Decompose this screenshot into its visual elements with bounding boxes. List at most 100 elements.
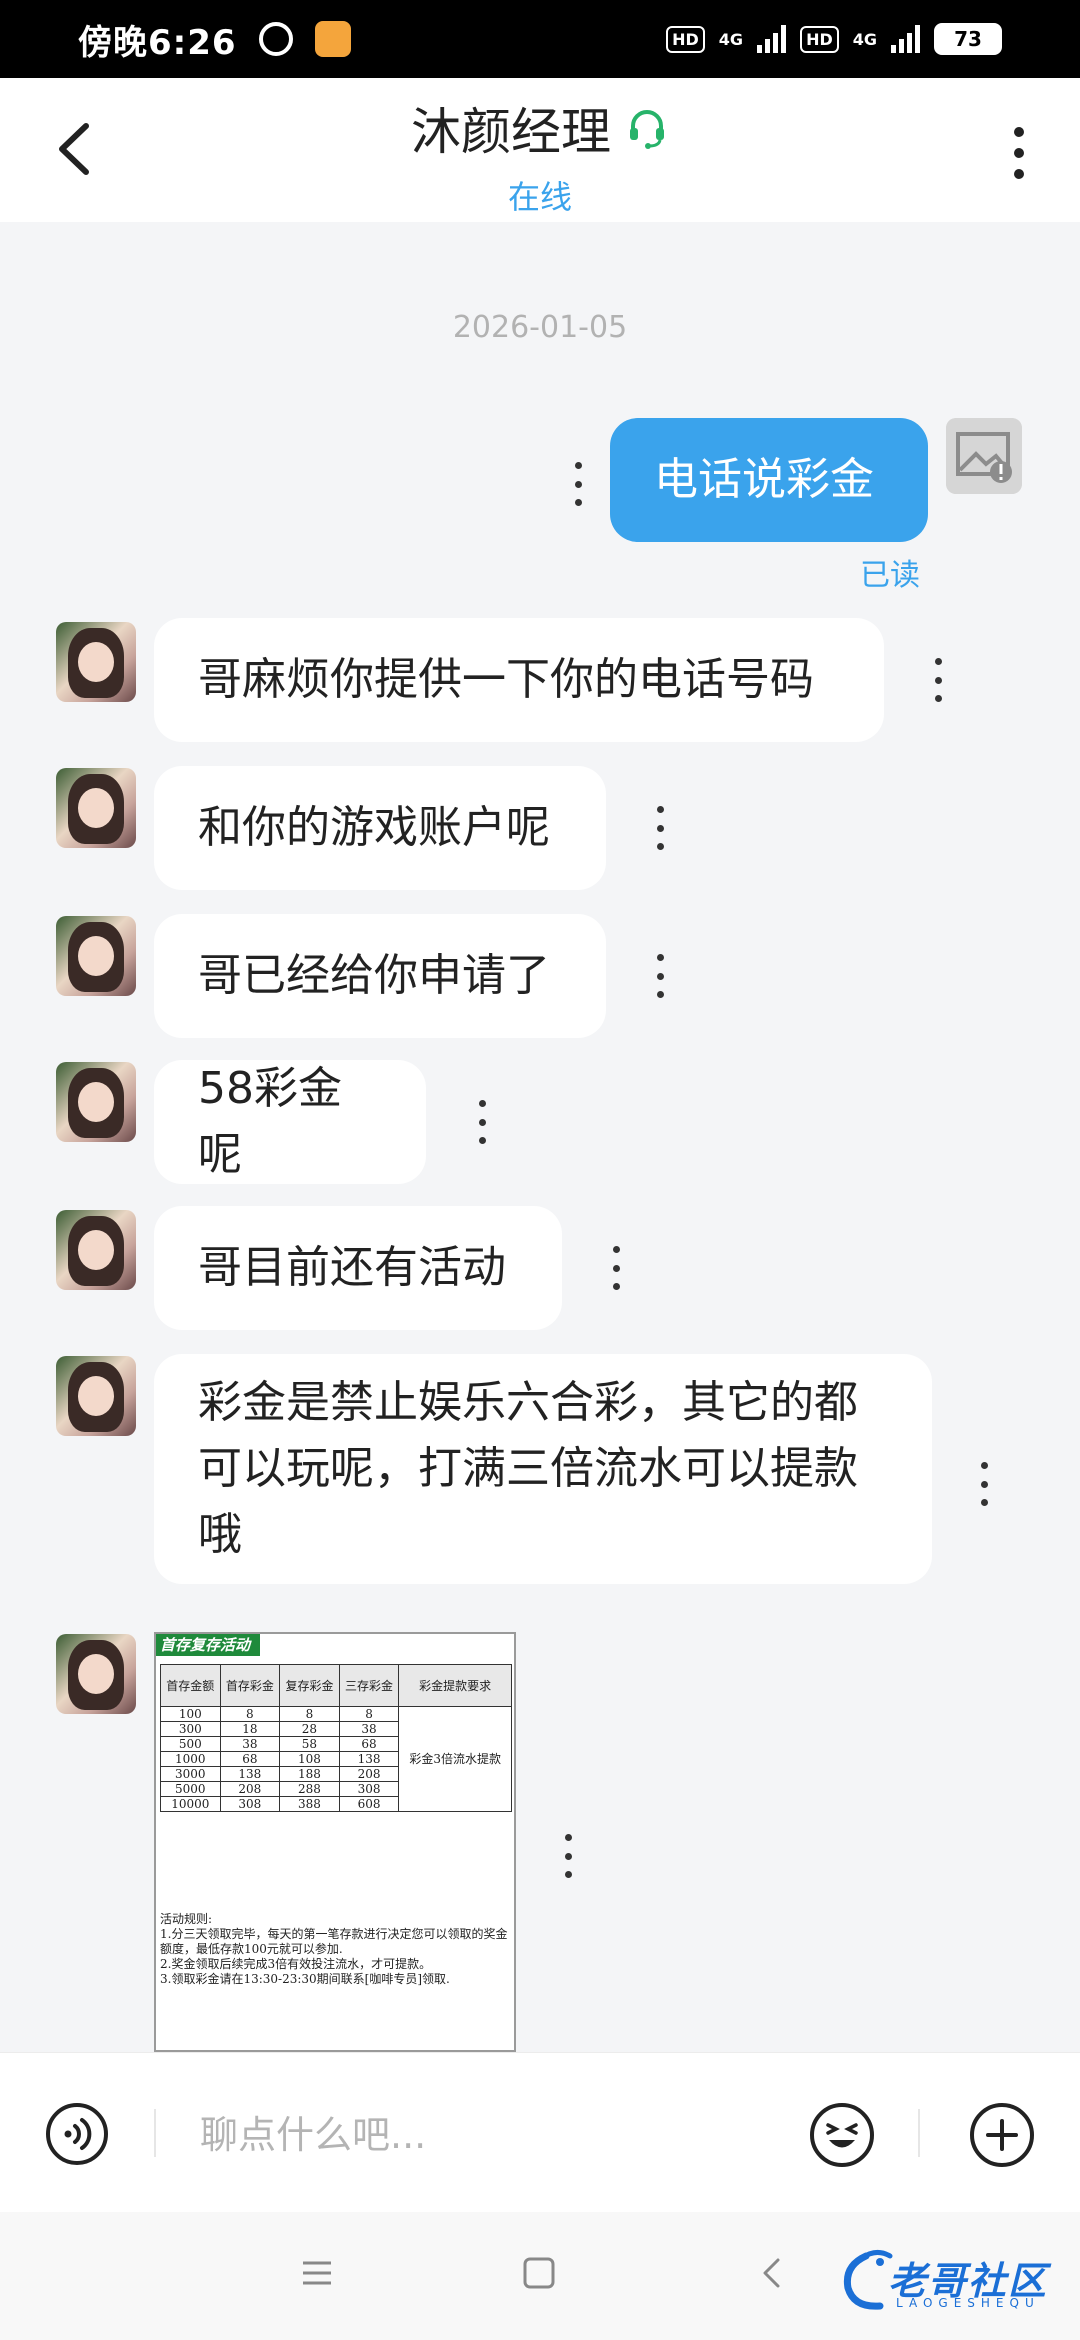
promo-cell: 10000 <box>160 1796 221 1812</box>
promo-cell: 308 <box>338 1781 400 1797</box>
message-input[interactable]: 聊点什么吧... <box>200 2103 760 2167</box>
promo-header: 复存彩金 <box>279 1664 340 1707</box>
promo-rules: 活动规则: 1.分三天领取完毕，每天的第一笔存款进行决定您可以领取的奖金额度，最… <box>160 1912 510 1987</box>
message-more-icon[interactable] <box>606 1246 626 1290</box>
promo-cell: 138 <box>219 1766 281 1782</box>
hd-badge-2: HD <box>800 25 839 53</box>
network-type: 4G <box>718 29 744 49</box>
promo-cell: 138 <box>338 1751 400 1767</box>
incoming-message[interactable]: 彩金是禁止娱乐六合彩，其它的都 可以玩呢，打满三倍流水可以提款 哦 <box>154 1354 932 1584</box>
promo-cell: 108 <box>279 1751 340 1767</box>
online-status: 在线 <box>507 178 572 216</box>
promo-cell: 68 <box>338 1736 400 1752</box>
message-text: 哥麻烦你提供一下你的电话号码 <box>198 654 814 705</box>
message-more-icon[interactable] <box>558 1834 578 1878</box>
promo-header: 彩金提款要求 <box>398 1664 512 1707</box>
promo-requirement: 彩金3倍流水提款 <box>398 1706 512 1812</box>
promo-cell: 5000 <box>160 1781 221 1797</box>
promo-cell: 18 <box>219 1721 281 1737</box>
promo-cell: 3000 <box>160 1766 221 1782</box>
home-icon[interactable] <box>522 2256 556 2290</box>
watermark-subtext: LAOGESHEQU <box>896 2296 1040 2310</box>
promo-cell: 300 <box>160 1721 221 1737</box>
promo-cell: 58 <box>279 1736 340 1752</box>
message-line: 彩金是禁止娱乐六合彩，其它的都 <box>198 1377 858 1428</box>
message-text: 哥目前还有活动 <box>198 1242 506 1293</box>
promo-cell: 500 <box>160 1736 221 1752</box>
promo-image[interactable]: 首存复存活动 首存金额 首存彩金 复存彩金 三存彩金 彩金提款要求 100 8 … <box>154 1632 516 2052</box>
status-right: HD 4G HD 4G 73 <box>666 23 1002 55</box>
image-failed-icon[interactable] <box>946 418 1022 494</box>
avatar[interactable] <box>56 1634 136 1714</box>
message-more-icon[interactable] <box>974 1462 994 1506</box>
status-time: 傍晚6:26 <box>78 22 237 63</box>
voice-icon[interactable] <box>44 2101 110 2167</box>
chat-messages[interactable]: 2026-01-05 电话说彩金 已读 哥麻烦你提供一下你的电话号码 和你的游戏… <box>0 222 1080 2052</box>
message-more-icon[interactable] <box>650 954 670 998</box>
message-text: 和你的游戏账户呢 <box>198 802 550 853</box>
promo-cell: 68 <box>219 1751 281 1767</box>
promo-cell: 28 <box>279 1721 340 1737</box>
avatar[interactable] <box>56 1210 136 1290</box>
incoming-message[interactable]: 哥麻烦你提供一下你的电话号码 <box>154 618 884 742</box>
nav-back-icon[interactable] <box>756 2256 786 2290</box>
message-more-icon[interactable] <box>568 462 588 506</box>
promo-cell: 308 <box>219 1796 281 1812</box>
rule-item: 1.分三天领取完毕，每天的第一笔存款进行决定您可以领取的奖金额度，最低存款100… <box>160 1927 508 1956</box>
incoming-message[interactable]: 58彩金呢 <box>154 1060 426 1184</box>
avatar[interactable] <box>56 1356 136 1436</box>
incoming-message[interactable]: 哥目前还有活动 <box>154 1206 562 1330</box>
divider <box>918 2109 920 2157</box>
promo-cell: 100 <box>160 1706 221 1722</box>
avatar[interactable] <box>56 622 136 702</box>
rule-item: 2.奖金领取后续完成3倍有效投注流水，才可提款。 <box>160 1957 432 1971</box>
outgoing-message[interactable]: 电话说彩金 <box>610 418 928 542</box>
message-text: 58彩金呢 <box>198 1063 342 1180</box>
promo-header: 三存彩金 <box>338 1664 400 1707</box>
more-vertical-icon[interactable] <box>1004 118 1034 188</box>
incoming-message[interactable]: 哥已经给你申请了 <box>154 914 606 1038</box>
promo-cell: 8 <box>279 1706 340 1722</box>
message-more-icon[interactable] <box>650 806 670 850</box>
message-text: 电话说彩金 <box>654 454 874 505</box>
chat-header: 沐颜经理 在线 <box>0 78 1080 222</box>
signal-icon <box>757 25 787 53</box>
hd-badge: HD <box>666 25 705 53</box>
avatar[interactable] <box>56 768 136 848</box>
emoji-icon[interactable] <box>808 2101 876 2169</box>
divider <box>154 2109 156 2157</box>
read-receipt: 已读 <box>860 558 920 593</box>
network-type-2: 4G <box>852 29 877 49</box>
plus-icon[interactable] <box>968 2101 1036 2169</box>
promo-header: 首存彩金 <box>219 1664 281 1707</box>
promo-cell: 8 <box>338 1706 400 1722</box>
promo-cell: 38 <box>338 1721 400 1737</box>
message-text: 哥已经给你申请了 <box>198 950 550 1001</box>
alarm-icon <box>258 22 293 56</box>
menu-icon[interactable] <box>300 2256 334 2290</box>
input-bar: 聊点什么吧... <box>0 2052 1080 2212</box>
message-more-icon[interactable] <box>928 658 948 702</box>
watermark-logo: 老哥社区 LAOGESHEQU <box>836 2246 1072 2316</box>
promo-cell: 188 <box>279 1766 340 1782</box>
promo-header: 首存金额 <box>160 1664 221 1707</box>
promo-cell: 1000 <box>160 1751 221 1767</box>
title-block: 沐颜经理 在线 <box>0 92 1080 218</box>
promo-cell: 38 <box>219 1736 281 1752</box>
avatar[interactable] <box>56 1062 136 1142</box>
promo-cell: 608 <box>338 1796 400 1812</box>
page-title: 沐颜经理 <box>411 103 611 161</box>
message-line: 哦 <box>198 1509 242 1560</box>
promo-cell: 288 <box>279 1781 340 1797</box>
message-more-icon[interactable] <box>472 1100 492 1144</box>
date-separator: 2026-01-05 <box>452 310 628 345</box>
promo-header-row: 首存金额 首存彩金 复存彩金 三存彩金 彩金提款要求 <box>160 1664 512 1707</box>
battery-icon: 73 <box>934 23 1002 55</box>
system-nav-bar: 老哥社区 LAOGESHEQU <box>0 2212 1080 2340</box>
incoming-message[interactable]: 和你的游戏账户呢 <box>154 766 606 890</box>
promo-cell: 208 <box>219 1781 281 1797</box>
avatar[interactable] <box>56 916 136 996</box>
signal-icon-2 <box>891 25 920 53</box>
message-line: 可以玩呢，打满三倍流水可以提款 <box>198 1443 858 1494</box>
rule-item: 3.领取彩金请在13:30-23:30期间联系[咖啡专员]领取. <box>160 1972 450 1986</box>
